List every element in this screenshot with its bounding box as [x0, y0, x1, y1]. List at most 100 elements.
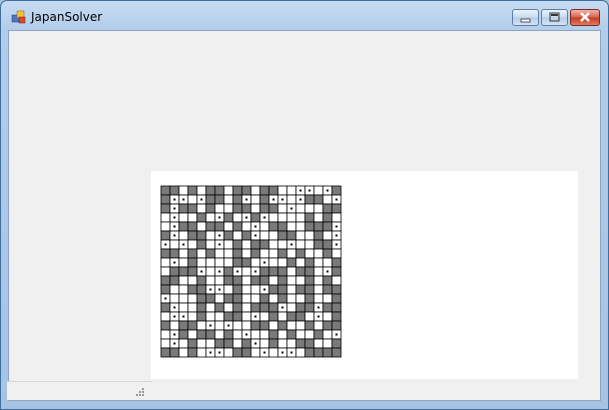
grid-cell[interactable]	[322, 257, 333, 268]
grid-cell[interactable]	[214, 257, 225, 268]
grid-cell[interactable]	[187, 266, 198, 277]
grid-cell[interactable]	[205, 293, 216, 304]
grid-cell[interactable]	[286, 320, 297, 331]
grid-cell[interactable]	[331, 248, 342, 259]
grid-cell[interactable]	[232, 194, 243, 205]
grid-cell[interactable]	[178, 320, 189, 331]
grid-cell[interactable]	[304, 239, 315, 250]
grid-cell[interactable]	[304, 203, 315, 214]
grid-cell[interactable]	[232, 185, 243, 196]
grid-cell[interactable]	[277, 221, 288, 232]
grid-cell[interactable]	[259, 275, 270, 286]
grid-cell[interactable]	[160, 221, 171, 232]
grid-cell[interactable]	[187, 248, 198, 259]
grid-cell[interactable]	[214, 194, 225, 205]
grid-cell[interactable]	[313, 194, 324, 205]
grid-cell[interactable]	[268, 311, 279, 322]
grid-cell[interactable]	[196, 203, 207, 214]
grid-cell[interactable]	[268, 302, 279, 313]
grid-cell[interactable]	[250, 212, 261, 223]
grid-cell[interactable]	[223, 212, 234, 223]
grid-cell[interactable]	[331, 347, 342, 358]
grid-cell[interactable]	[160, 275, 171, 286]
grid-cell[interactable]	[304, 266, 315, 277]
grid-cell[interactable]	[205, 212, 216, 223]
grid-cell[interactable]	[223, 329, 234, 340]
grid-cell[interactable]	[196, 329, 207, 340]
grid-cell[interactable]	[232, 284, 243, 295]
grid-cell[interactable]	[268, 329, 279, 340]
grid-cell[interactable]	[268, 257, 279, 268]
grid-cell[interactable]	[187, 185, 198, 196]
grid-cell[interactable]	[268, 293, 279, 304]
grid-cell[interactable]	[331, 284, 342, 295]
grid-cell[interactable]	[241, 221, 252, 232]
grid-cell[interactable]	[223, 185, 234, 196]
grid-cell[interactable]	[160, 248, 171, 259]
grid-cell[interactable]	[178, 329, 189, 340]
grid-cell[interactable]	[286, 248, 297, 259]
grid-cell[interactable]	[169, 320, 180, 331]
grid-cell[interactable]	[187, 284, 198, 295]
grid-cell[interactable]	[322, 230, 333, 241]
grid-cell[interactable]	[331, 266, 342, 277]
grid-cell[interactable]	[223, 338, 234, 349]
grid-cell[interactable]	[160, 302, 171, 313]
grid-cell[interactable]	[232, 212, 243, 223]
grid-cell[interactable]	[223, 293, 234, 304]
grid-cell[interactable]	[223, 221, 234, 232]
grid-cell[interactable]	[196, 221, 207, 232]
grid-cell[interactable]	[259, 302, 270, 313]
grid-cell[interactable]	[250, 239, 261, 250]
grid-cell[interactable]	[160, 338, 171, 349]
grid-cell[interactable]	[286, 329, 297, 340]
grid-cell[interactable]	[331, 185, 342, 196]
grid-cell[interactable]	[232, 275, 243, 286]
grid-cell[interactable]	[277, 248, 288, 259]
grid-cell[interactable]	[313, 293, 324, 304]
grid-cell[interactable]	[286, 221, 297, 232]
grid-cell[interactable]	[331, 203, 342, 214]
grid-cell[interactable]	[250, 275, 261, 286]
grid-cell[interactable]	[241, 185, 252, 196]
grid-cell[interactable]	[295, 221, 306, 232]
grid-cell[interactable]	[295, 257, 306, 268]
grid-cell[interactable]	[331, 212, 342, 223]
grid-cell[interactable]	[304, 212, 315, 223]
grid-cell[interactable]	[259, 266, 270, 277]
grid-cell[interactable]	[250, 320, 261, 331]
grid-cell[interactable]	[178, 257, 189, 268]
grid-cell[interactable]	[250, 248, 261, 259]
grid-cell[interactable]	[259, 203, 270, 214]
grid-cell[interactable]	[214, 185, 225, 196]
grid-cell[interactable]	[223, 275, 234, 286]
grid-cell[interactable]	[196, 302, 207, 313]
grid-cell[interactable]	[304, 275, 315, 286]
grid-cell[interactable]	[295, 230, 306, 241]
grid-cell[interactable]	[295, 347, 306, 358]
grid-cell[interactable]	[304, 311, 315, 322]
grid-cell[interactable]	[295, 293, 306, 304]
grid-cell[interactable]	[250, 329, 261, 340]
grid-cell[interactable]	[331, 320, 342, 331]
grid-cell[interactable]	[205, 185, 216, 196]
grid-cell[interactable]	[322, 302, 333, 313]
grid-cell[interactable]	[277, 239, 288, 250]
grid-cell[interactable]	[205, 311, 216, 322]
grid-cell[interactable]	[241, 311, 252, 322]
grid-cell[interactable]	[223, 194, 234, 205]
grid-cell[interactable]	[223, 347, 234, 358]
grid-cell[interactable]	[187, 239, 198, 250]
grid-cell[interactable]	[313, 185, 324, 196]
grid-cell[interactable]	[295, 266, 306, 277]
grid-cell[interactable]	[169, 239, 180, 250]
grid-cell[interactable]	[214, 221, 225, 232]
grid-cell[interactable]	[313, 320, 324, 331]
grid-cell[interactable]	[313, 338, 324, 349]
grid-cell[interactable]	[196, 185, 207, 196]
grid-cell[interactable]	[205, 194, 216, 205]
grid-cell[interactable]	[232, 221, 243, 232]
grid-cell[interactable]	[241, 230, 252, 241]
grid-cell[interactable]	[223, 311, 234, 322]
grid-cell[interactable]	[232, 248, 243, 259]
